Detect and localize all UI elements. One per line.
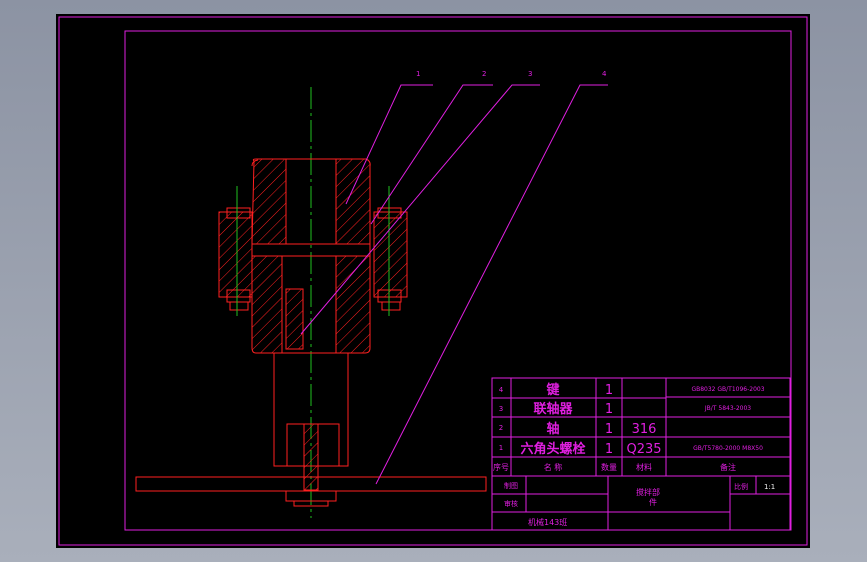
company-name: 机械143班 bbox=[528, 517, 567, 527]
svg-text:GB/T5780-2000 M8X50: GB/T5780-2000 M8X50 bbox=[693, 445, 763, 452]
svg-text:1: 1 bbox=[605, 442, 613, 457]
balloon-4: 4 bbox=[602, 70, 607, 78]
outer-frame bbox=[58, 16, 808, 546]
svg-text:序号: 序号 bbox=[493, 462, 509, 472]
svg-text:材料: 材料 bbox=[636, 462, 652, 472]
svg-text:1: 1 bbox=[605, 383, 613, 398]
scale-label: 比例 bbox=[734, 482, 748, 491]
balloon-2: 2 bbox=[482, 70, 486, 78]
svg-text:1: 1 bbox=[499, 444, 503, 452]
svg-text:316: 316 bbox=[632, 422, 657, 437]
svg-text:名 称: 名 称 bbox=[544, 462, 563, 472]
svg-text:1: 1 bbox=[605, 422, 613, 437]
parts-header: 序号 名 称 数量 材料 备注 bbox=[493, 462, 736, 472]
drawn-label: 制图 bbox=[504, 481, 518, 490]
svg-text:2: 2 bbox=[499, 424, 503, 432]
svg-text:数量: 数量 bbox=[601, 462, 617, 472]
check-label: 审核 bbox=[504, 499, 518, 508]
balloon-1: 1 bbox=[416, 70, 420, 78]
part-row-4: 4 键 1 GB8032 GB/T1096-2003 bbox=[499, 382, 765, 398]
svg-text:键: 键 bbox=[545, 382, 559, 398]
drawing-title-1: 搅拌部 bbox=[636, 487, 660, 497]
drawing-sheet: 1 2 3 4 4 键 1 GB8032 GB/T1096-2003 3 联轴器… bbox=[56, 14, 810, 548]
svg-text:Q235: Q235 bbox=[626, 442, 661, 457]
cad-drawing: 1 2 3 4 4 键 1 GB8032 GB/T1096-2003 3 联轴器… bbox=[58, 16, 808, 546]
part-row-2: 2 轴 1 316 bbox=[499, 421, 657, 437]
bolt-left bbox=[218, 186, 253, 316]
svg-text:联轴器: 联轴器 bbox=[533, 401, 573, 417]
svg-text:备注: 备注 bbox=[720, 462, 736, 472]
bolt-right bbox=[373, 186, 408, 316]
part-row-3: 3 联轴器 1 JB/T 5843-2003 bbox=[499, 401, 752, 417]
part-row-1: 1 六角头螺栓 1 Q235 GB/T5780-2000 M8X50 bbox=[499, 441, 763, 457]
svg-text:3: 3 bbox=[499, 405, 503, 413]
balloon-3: 3 bbox=[528, 70, 532, 78]
svg-text:JB/T 5843-2003: JB/T 5843-2003 bbox=[704, 405, 751, 412]
key bbox=[285, 288, 304, 350]
scale-value: 1:1 bbox=[764, 483, 775, 491]
svg-text:4: 4 bbox=[499, 386, 504, 394]
svg-text:六角头螺栓: 六角头螺栓 bbox=[520, 441, 585, 457]
svg-text:1: 1 bbox=[605, 402, 613, 417]
drawing-title-2: 件 bbox=[649, 497, 657, 507]
svg-text:轴: 轴 bbox=[546, 421, 559, 437]
svg-text:GB8032 GB/T1096-2003: GB8032 GB/T1096-2003 bbox=[691, 386, 764, 393]
